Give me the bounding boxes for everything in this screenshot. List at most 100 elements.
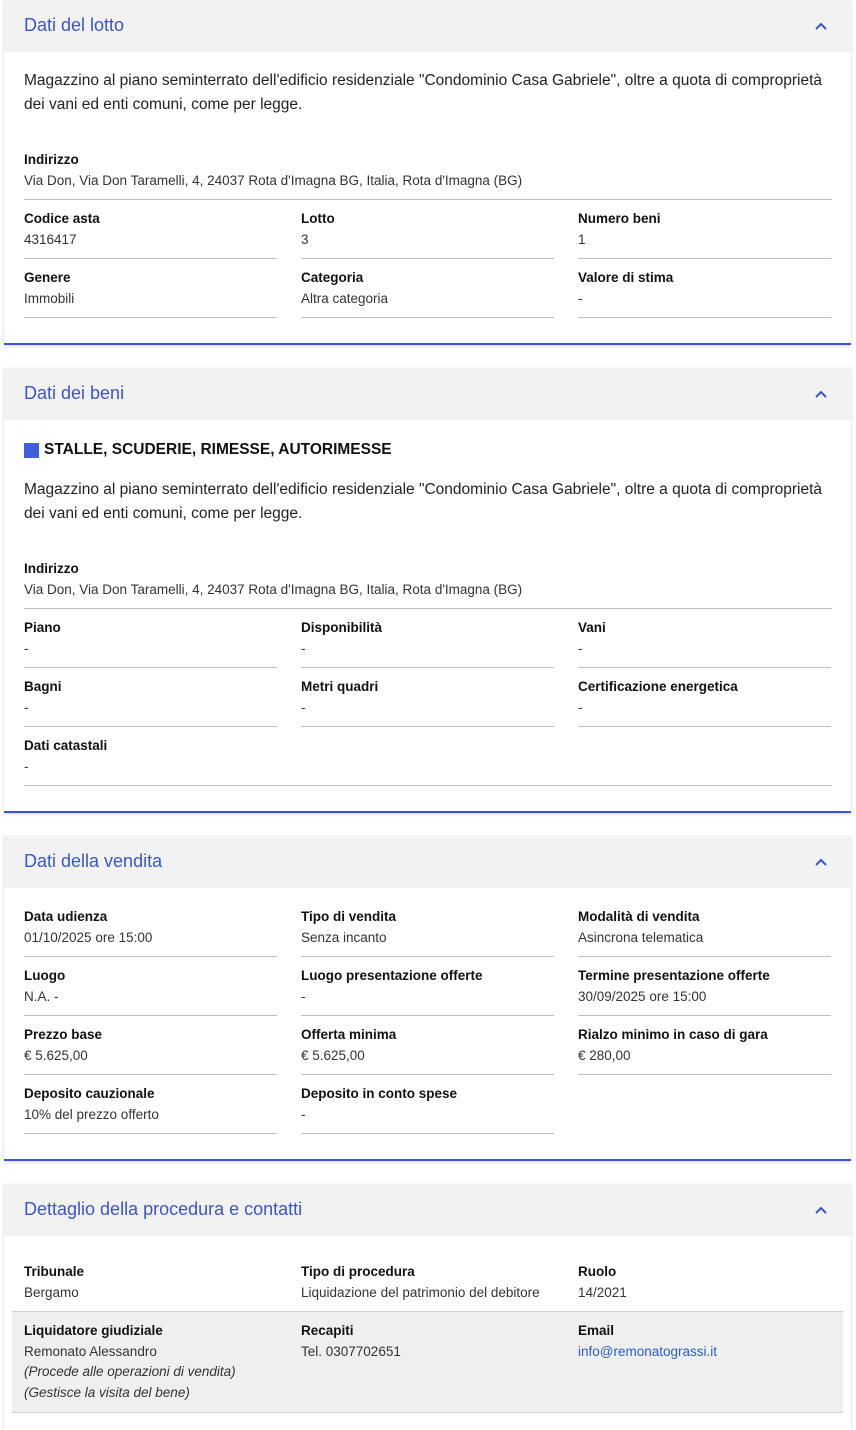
field-value: Via Don, Via Don Taramelli, 4, 24037 Rot…	[24, 173, 523, 188]
field-value: Tel. 0307702651	[301, 1344, 401, 1359]
field-label: Luogo	[24, 968, 66, 983]
field-value: 10% del prezzo offerto	[24, 1107, 159, 1122]
field-label: Valore di stima	[578, 270, 674, 285]
field-label: Tipo di vendita	[301, 909, 397, 924]
field-certificazione: Certificazione energetica -	[578, 678, 831, 717]
divider	[24, 667, 277, 668]
field-value: Liquidazione del patrimonio del debitore	[301, 1285, 540, 1300]
divider	[24, 199, 832, 200]
beni-card: Dati dei beni STALLE, SCUDERIE, RIMESSE,…	[4, 368, 851, 813]
divider	[578, 1074, 831, 1075]
divider	[578, 317, 831, 318]
field-label: Rialzo minimo in caso di gara	[578, 1027, 768, 1042]
field-label: Categoria	[301, 270, 364, 285]
field-genere: Genere Immobili	[24, 269, 277, 308]
field-value: 30/09/2025 ore 15:00	[578, 989, 707, 1004]
field-value: -	[578, 641, 583, 656]
divider	[301, 956, 554, 957]
field-value: € 5.625,00	[301, 1048, 365, 1063]
field-label: Email	[578, 1323, 615, 1338]
field-codice-asta: Codice asta 4316417	[24, 210, 277, 249]
field-tribunale: Tribunale Bergamo	[24, 1263, 277, 1302]
field-value: Bergamo	[24, 1285, 79, 1300]
field-value: -	[24, 641, 29, 656]
field-value: N.A. -	[24, 989, 59, 1004]
field-label: Dati catastali	[24, 738, 108, 753]
chevron-up-icon[interactable]	[813, 854, 829, 870]
field-label: Disponibilità	[301, 620, 382, 635]
field-tipo-vendita: Tipo di vendita Senza incanto	[301, 908, 554, 947]
field-label: Tipo di procedura	[301, 1264, 415, 1279]
field-label: Liquidatore giudiziale	[24, 1323, 163, 1338]
divider	[578, 1015, 831, 1016]
lotto-header[interactable]: Dati del lotto	[4, 0, 851, 52]
field-label: Numero beni	[578, 211, 661, 226]
field-value: -	[578, 700, 583, 715]
field-label: Recapiti	[301, 1323, 354, 1338]
divider	[24, 1133, 277, 1134]
field-value: Via Don, Via Don Taramelli, 4, 24037 Rot…	[24, 582, 523, 597]
field-label: Indirizzo	[24, 561, 79, 576]
lotto-description: Magazzino al piano seminterrato dell'edi…	[24, 72, 823, 113]
field-value: 1	[578, 232, 586, 247]
field-luogo-presentazione: Luogo presentazione offerte -	[301, 967, 554, 1006]
divider	[578, 258, 831, 259]
divider	[24, 726, 277, 727]
field-value: -	[301, 989, 306, 1004]
field-luogo: Luogo N.A. -	[24, 967, 277, 1006]
divider	[301, 258, 554, 259]
chevron-up-icon[interactable]	[813, 18, 829, 34]
field-value: -	[301, 641, 306, 656]
divider	[301, 1133, 554, 1134]
field-offerta-minima: Offerta minima € 5.625,00	[301, 1026, 554, 1065]
field-label: Ruolo	[578, 1264, 617, 1279]
divider	[24, 317, 277, 318]
field-label: Certificazione energetica	[578, 679, 738, 694]
divider	[301, 1015, 554, 1016]
field-prezzo-base: Prezzo base € 5.625,00	[24, 1026, 277, 1065]
field-bagni: Bagni -	[24, 678, 277, 717]
procedura-header[interactable]: Dettaglio della procedura e contatti	[4, 1184, 851, 1236]
divider	[24, 258, 277, 259]
field-label: Luogo presentazione offerte	[301, 968, 483, 983]
vendita-header[interactable]: Dati della vendita	[4, 836, 851, 888]
field-numero-beni: Numero beni 1	[578, 210, 831, 249]
divider	[301, 667, 554, 668]
procedura-title: Dettaglio della procedura e contatti	[24, 1199, 303, 1219]
field-label: Metri quadri	[301, 679, 379, 694]
field-label: Tribunale	[24, 1264, 85, 1279]
contatto-name: Remonato Alessandro	[24, 1344, 157, 1359]
field-liquidatore: Liquidatore giudiziale Remonato Alessand…	[24, 1322, 277, 1403]
divider	[24, 785, 832, 786]
field-modalita-vendita: Modalità di vendita Asincrona telematica	[578, 908, 831, 947]
beni-subtitle-text: STALLE, SCUDERIE, RIMESSE, AUTORIMESSE	[44, 441, 392, 458]
field-value: -	[24, 700, 29, 715]
contatto-note-vendita: (Procede alle operazioni di vendita)	[24, 1364, 236, 1379]
field-disponibilita: Disponibilità -	[301, 619, 554, 658]
field-value: -	[578, 291, 583, 306]
beni-header[interactable]: Dati dei beni	[4, 368, 851, 420]
field-ruolo: Ruolo 14/2021	[578, 1263, 831, 1302]
vendita-card: Dati della vendita Data udienza 01/10/20…	[4, 836, 851, 1161]
divider	[301, 1074, 554, 1075]
chevron-up-icon[interactable]	[813, 1202, 829, 1218]
chevron-up-icon[interactable]	[813, 386, 829, 402]
field-deposito-cauzionale: Deposito cauzionale 10% del prezzo offer…	[24, 1085, 277, 1124]
field-label: Vani	[578, 620, 606, 635]
field-value: Immobili	[24, 291, 75, 306]
vendita-title: Dati della vendita	[24, 851, 163, 871]
divider	[578, 726, 831, 727]
field-label: Codice asta	[24, 211, 100, 226]
field-value: 14/2021	[578, 1285, 627, 1300]
field-value: € 5.625,00	[24, 1048, 88, 1063]
beni-description: Magazzino al piano seminterrato dell'edi…	[24, 481, 823, 522]
field-label: Piano	[24, 620, 61, 635]
field-data-udienza: Data udienza 01/10/2025 ore 15:00	[24, 908, 277, 947]
divider	[24, 1015, 277, 1016]
email-link[interactable]: info@remonatograssi.it	[578, 1343, 831, 1361]
field-label: Bagni	[24, 679, 62, 694]
field-rialzo-minimo: Rialzo minimo in caso di gara € 280,00	[578, 1026, 831, 1065]
lotto-card: Dati del lotto Magazzino al piano semint…	[4, 0, 851, 345]
field-piano: Piano -	[24, 619, 277, 658]
field-email: Email info@remonatograssi.it	[578, 1322, 831, 1361]
